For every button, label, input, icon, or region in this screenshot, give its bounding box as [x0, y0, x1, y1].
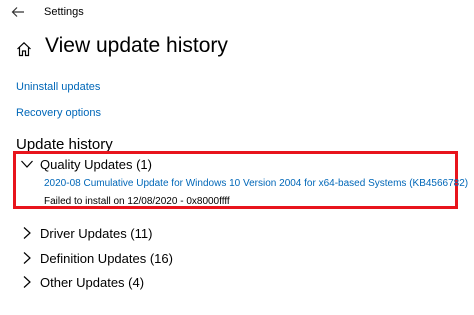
uninstall-updates-link[interactable]: Uninstall updates: [16, 81, 100, 93]
chevron-right-icon: [23, 252, 31, 264]
title-bar: Settings: [0, 0, 474, 26]
home-button[interactable]: [16, 41, 32, 57]
update-item-title[interactable]: 2020-08 Cumulative Update for Windows 10…: [44, 178, 468, 189]
app-title: Settings: [44, 6, 84, 18]
quality-updates-group[interactable]: Quality Updates (1): [20, 154, 152, 174]
driver-updates-group[interactable]: Driver Updates (11): [20, 223, 152, 243]
chevron-right-icon: [23, 227, 31, 239]
back-button[interactable]: [9, 3, 27, 21]
definition-updates-group[interactable]: Definition Updates (16): [20, 248, 173, 268]
definition-updates-label: Definition Updates (16): [40, 250, 173, 266]
chevron-down-icon: [21, 160, 33, 168]
home-icon: [17, 41, 31, 57]
back-arrow-icon: [11, 7, 24, 17]
page-title: View update history: [45, 34, 228, 57]
quality-updates-label: Quality Updates (1): [40, 156, 152, 172]
update-item-status: Failed to install on 12/08/2020 - 0x8000…: [44, 196, 230, 207]
other-updates-label: Other Updates (4): [40, 274, 145, 290]
driver-updates-label: Driver Updates (11): [40, 225, 153, 241]
other-updates-group[interactable]: Other Updates (4): [20, 272, 144, 292]
chevron-right-icon: [23, 276, 31, 288]
recovery-options-link[interactable]: Recovery options: [16, 107, 101, 119]
